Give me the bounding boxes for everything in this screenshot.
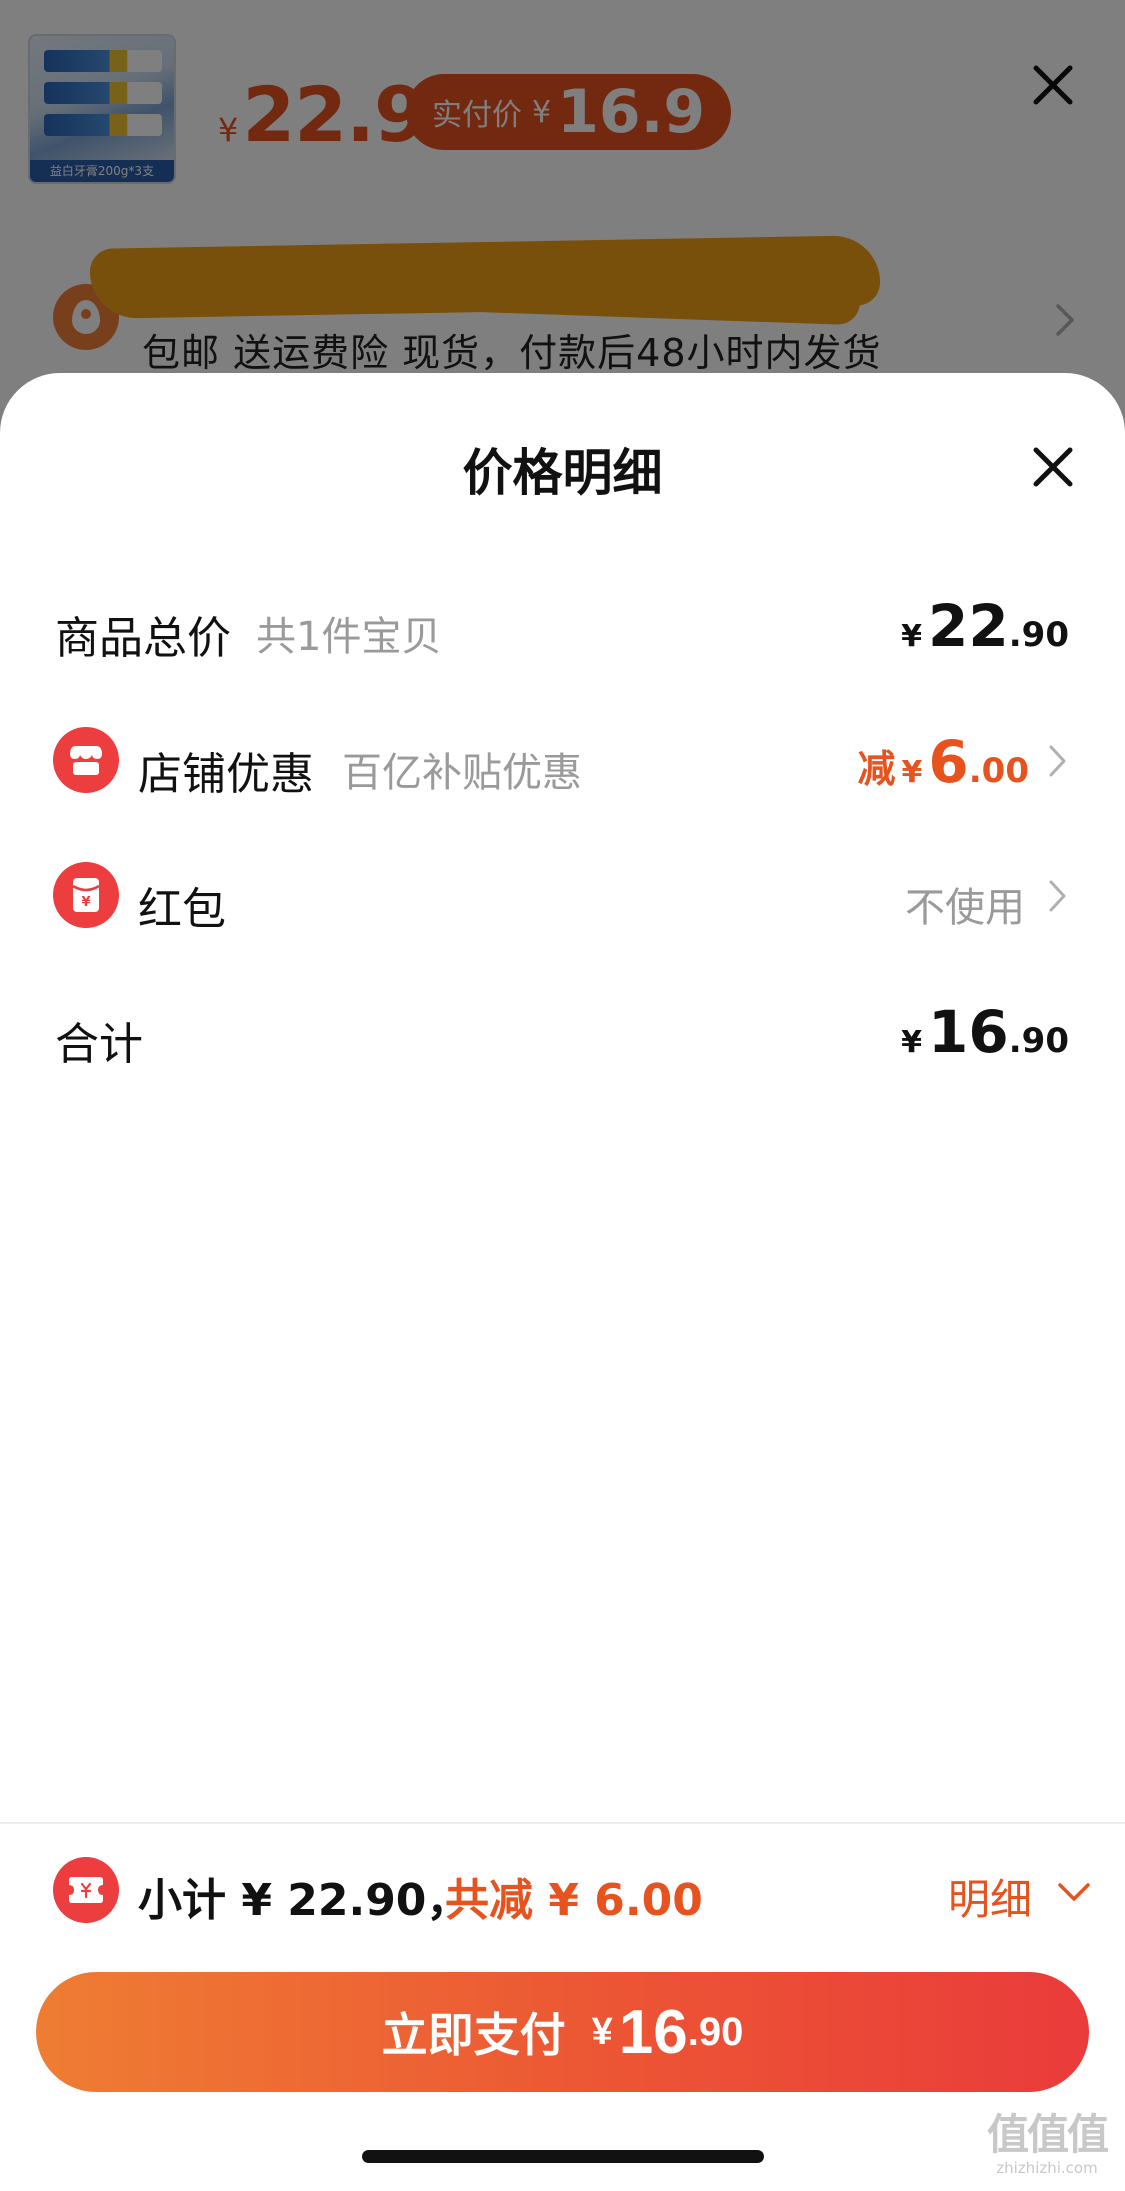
total-amount: ¥ 16 .90	[901, 990, 1069, 1070]
shop-discount-desc: 百亿补贴优惠	[342, 750, 582, 796]
svg-text:¥: ¥	[81, 895, 90, 910]
amount-decimal: .90	[687, 2009, 744, 2054]
red-packet-value: 不使用	[905, 885, 1025, 931]
total-saved-text: 共减 ¥ 6.00	[445, 1875, 703, 1926]
goods-total-amount: ¥ 22 .90	[901, 584, 1069, 664]
site-watermark: 值值值 zhizhizhi.com	[972, 2112, 1122, 2188]
subtotal-text: 小计 ¥ 22.90，	[138, 1875, 471, 1926]
currency-symbol: ¥	[901, 1025, 923, 1060]
watermark-logo: 值值值	[986, 2110, 1109, 2159]
shop-discount-amount: 减 ¥ 6 .00	[858, 720, 1029, 800]
amount-integer: 16	[618, 1997, 688, 2067]
red-packet-icon: ¥	[53, 862, 119, 928]
sheet-title: 价格明细	[462, 444, 663, 502]
amount-decimal: .00	[968, 751, 1029, 791]
close-icon[interactable]	[1028, 442, 1078, 492]
goods-total-row: 商品总价 共1件宝贝 ¥ 22 .90	[0, 584, 1125, 664]
watermark-url: zhizhizhi.com	[996, 2159, 1098, 2177]
amount-decimal: .90	[1008, 1021, 1069, 1061]
pay-now-button[interactable]: 立即支付 ¥ 16 .90	[36, 1972, 1089, 2092]
chevron-right-icon	[1049, 880, 1066, 912]
chevron-right-icon	[1049, 745, 1066, 777]
amount-integer: 22	[928, 592, 1009, 660]
bottom-divider	[0, 1822, 1125, 1824]
pay-button-label: 立即支付	[381, 2009, 566, 2061]
chevron-down-icon[interactable]	[1056, 1880, 1092, 1904]
goods-count: 共1件宝贝	[256, 614, 442, 660]
red-packet-label: 红包	[138, 884, 226, 935]
currency-symbol: ¥	[901, 755, 923, 790]
detail-toggle[interactable]: 明细	[948, 1866, 1032, 1927]
order-summary-bar: 小计 ¥ 22.90， 共减 ¥ 6.00 明细	[0, 1850, 1125, 1930]
currency-symbol: ¥	[901, 619, 923, 654]
goods-total-label: 商品总价	[55, 613, 231, 664]
shop-icon	[53, 727, 119, 793]
amount-integer: 6	[928, 728, 969, 796]
total-row: 合计 ¥ 16 .90	[0, 990, 1125, 1070]
total-label: 合计	[55, 1019, 143, 1070]
home-indicator[interactable]	[362, 2150, 764, 2163]
currency-symbol: ¥	[591, 2010, 613, 2053]
shop-discount-label: 店铺优惠	[138, 749, 314, 800]
discount-prefix: 减	[857, 747, 896, 791]
amount-integer: 16	[928, 998, 1009, 1066]
red-packet-row[interactable]: ¥ 红包 不使用	[0, 855, 1125, 935]
coupon-icon	[53, 1857, 119, 1923]
amount-decimal: .90	[1008, 615, 1069, 655]
shop-discount-row[interactable]: 店铺优惠 百亿补贴优惠 减 ¥ 6 .00	[0, 720, 1125, 800]
